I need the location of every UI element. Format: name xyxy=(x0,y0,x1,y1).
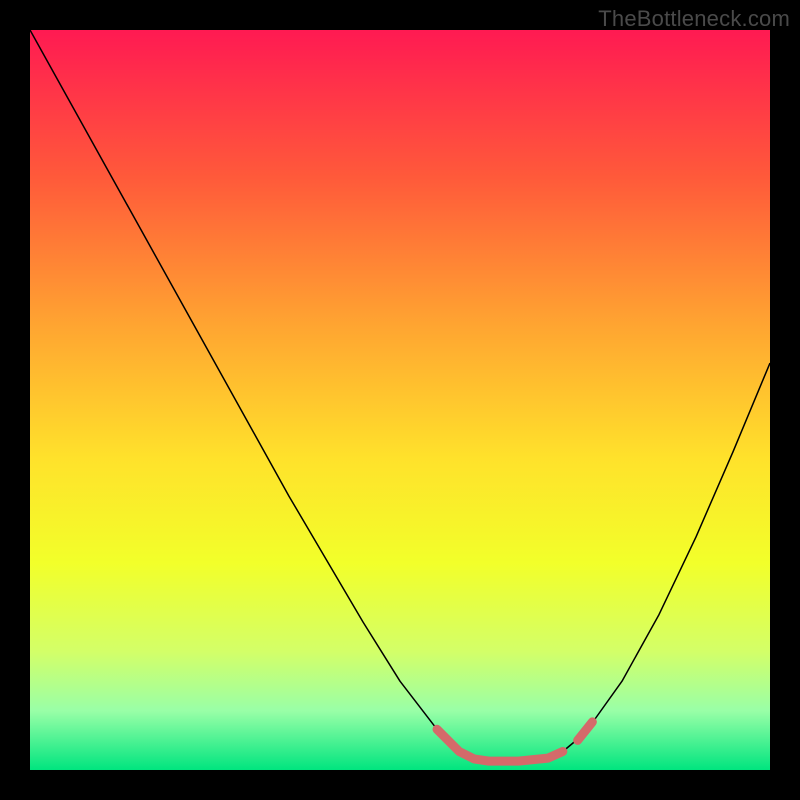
gradient-background xyxy=(30,30,770,770)
chart-svg xyxy=(30,30,770,770)
plot-area xyxy=(30,30,770,770)
chart-container: TheBottleneck.com xyxy=(0,0,800,800)
watermark-text: TheBottleneck.com xyxy=(598,6,790,32)
